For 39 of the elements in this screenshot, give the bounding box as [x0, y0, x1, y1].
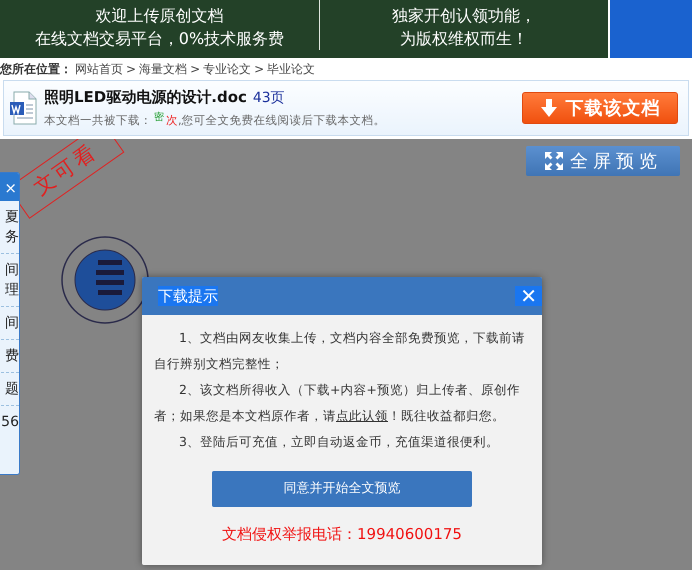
panel-text: 务	[4, 228, 19, 247]
notice-text: 3、登陆后可充值，立即自动返金币，充值渠道很便利。	[178, 433, 500, 451]
fullscreen-button[interactable]: 全屏预览	[526, 146, 680, 176]
breadcrumb-link[interactable]: 专业论文	[203, 60, 252, 78]
panel-text: 56	[0, 413, 19, 432]
download-info: 本文档一共被下载：	[44, 112, 152, 130]
breadcrumb-link[interactable]: 网站首页	[75, 60, 123, 78]
close-button[interactable]: ✕	[515, 286, 542, 306]
dialog-title: 下载提示	[158, 286, 218, 306]
banner-text: 独家开创认领功能，	[392, 5, 536, 27]
panel-text: 题	[4, 380, 19, 399]
banner-text: 为版权维权而生！	[400, 28, 528, 50]
panel-text: 理	[4, 281, 19, 300]
word-file-icon	[8, 90, 38, 126]
download-count: 密	[154, 110, 164, 126]
breadcrumb-separator: >	[190, 61, 200, 78]
notice-text: 1、文档由网友收集上传，文档内容全部免费预览，下载前请自行辨别文档完整性；	[154, 329, 526, 373]
breadcrumb-link[interactable]: 海量文档	[139, 60, 188, 78]
document-title: 照明LED驱动电源的设计.doc	[44, 88, 247, 106]
agree-button[interactable]: 同意并开始全文预览	[212, 471, 472, 507]
hotline-text: 文档侵权举报电话：19940600175	[221, 524, 463, 545]
breadcrumb-label: 您所在位置：	[0, 61, 72, 78]
breadcrumb-separator: >	[126, 61, 136, 78]
fullscreen-icon	[544, 151, 564, 171]
breadcrumb-separator: >	[254, 61, 264, 78]
panel-text: 间	[4, 314, 19, 333]
claim-link[interactable]: 点此认领	[336, 408, 388, 423]
panel-text: 间	[4, 261, 19, 280]
close-button[interactable]: ×	[0, 173, 19, 201]
panel-text: 夏	[4, 208, 19, 227]
notice-text: 2、该文档所得收入（下载+内容+预览）归上传者、原创作者；如果您是本文档原作者，请点此认领！既往收益都归您。	[154, 381, 521, 425]
breadcrumb-link[interactable]: 毕业论文	[267, 60, 316, 78]
banner-text: 欢迎上传原创文档	[96, 5, 224, 27]
count-unit: 次	[166, 112, 178, 130]
panel-text: 费	[4, 347, 19, 366]
page-count: 43页	[252, 90, 285, 106]
banner-text: 在线文档交易平台，0%技术服务费	[34, 28, 284, 50]
download-icon	[540, 98, 558, 118]
download-note: ,您可全文免费在线阅读后下载本文档。	[178, 112, 386, 130]
